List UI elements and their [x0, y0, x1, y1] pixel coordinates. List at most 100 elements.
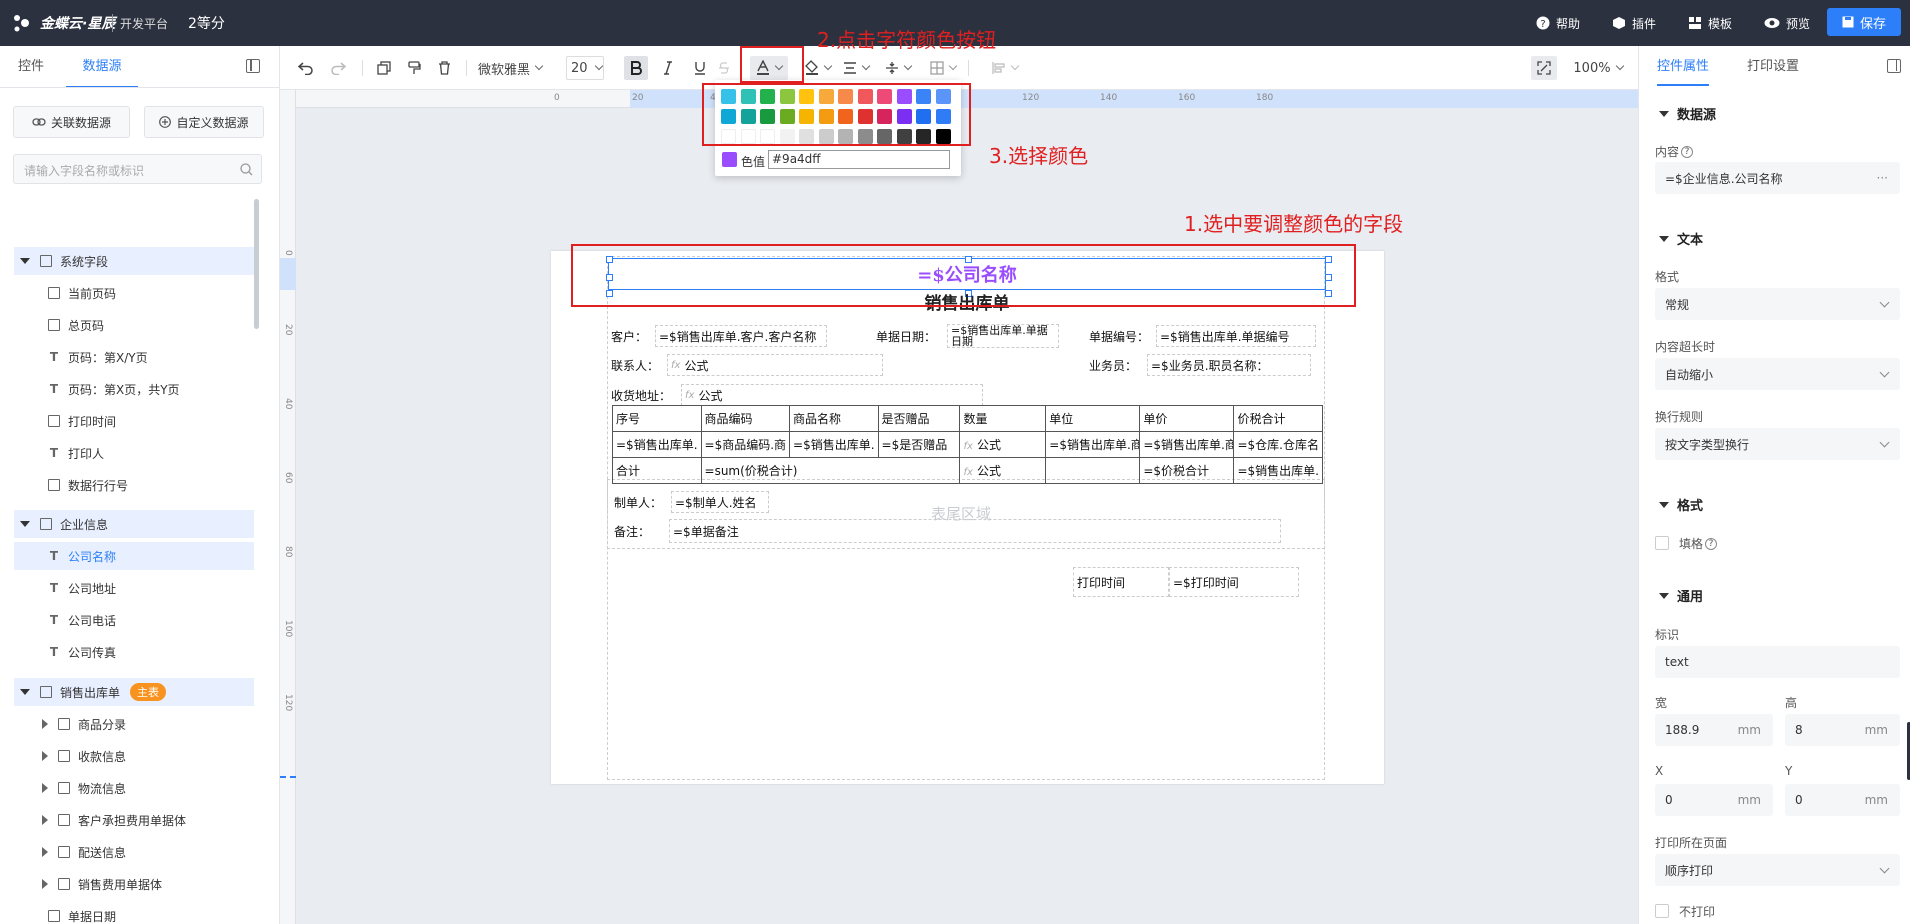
color-swatch[interactable]: [877, 109, 892, 124]
contact-label[interactable]: 联系人：: [608, 354, 658, 376]
arrange-button[interactable]: [988, 56, 1022, 80]
color-swatch[interactable]: [818, 129, 834, 144]
tab-datasource[interactable]: 数据源: [66, 46, 138, 88]
table-cell[interactable]: =$是否赠品: [877, 431, 961, 458]
tree-item[interactable]: 企业信息: [14, 510, 254, 538]
tab-widget-properties[interactable]: 控件属性: [1657, 46, 1710, 86]
delete-button[interactable]: [432, 56, 456, 80]
height-input[interactable]: 8 mm: [1785, 714, 1900, 746]
tree-item[interactable]: 总页码: [14, 311, 254, 339]
overflow-select[interactable]: 自动缩小: [1655, 358, 1900, 390]
print-page-select[interactable]: 顺序打印: [1655, 854, 1900, 886]
linked-datasource-button[interactable]: 关联数据源: [13, 106, 130, 138]
tree-item[interactable]: 数据行行号: [14, 471, 254, 499]
tree-item[interactable]: 客户承担费用单据体: [14, 806, 254, 834]
tree-item[interactable]: 销售费用单据体: [14, 870, 254, 898]
print-page[interactable]: =$公司名称 销售出库单 客户： =$销售出库单.客户.客户名称 单据日期： =…: [551, 251, 1384, 784]
color-swatch[interactable]: [799, 109, 814, 124]
total-sum-cell[interactable]: =sum(价税合计): [700, 457, 961, 484]
fill-color-button[interactable]: [802, 56, 834, 80]
width-input[interactable]: 188.9 mm: [1655, 714, 1773, 746]
color-swatch[interactable]: [779, 109, 795, 124]
color-swatch[interactable]: [935, 109, 951, 124]
salesman-value[interactable]: =$业务员.职员名称：: [1147, 354, 1311, 376]
table-cell[interactable]: =$商品编码.商: [700, 431, 791, 458]
color-swatch[interactable]: [896, 109, 912, 124]
section-datasource[interactable]: 数据源: [1659, 104, 1716, 123]
align-horizontal-button[interactable]: [840, 56, 872, 80]
color-swatch[interactable]: [896, 89, 912, 104]
table-cell[interactable]: =$销售出库单.: [789, 431, 879, 458]
save-button[interactable]: 保存: [1827, 8, 1901, 36]
color-swatch[interactable]: [857, 129, 873, 144]
help-button[interactable]: ? 帮助: [1536, 0, 1580, 46]
section-text[interactable]: 文本: [1659, 229, 1703, 248]
tree-item[interactable]: 当前页码: [14, 279, 254, 307]
border-button[interactable]: [926, 56, 960, 80]
underline-button[interactable]: [688, 56, 712, 80]
customer-label[interactable]: 客户：: [608, 325, 653, 347]
table-header-cell[interactable]: 商品编码: [700, 405, 791, 432]
color-swatch[interactable]: [779, 89, 795, 104]
table-cell[interactable]: =$销售出库单.商: [1045, 431, 1141, 458]
customer-value[interactable]: =$销售出库单.客户.客户名称: [655, 325, 827, 347]
maker-label[interactable]: 制单人：: [611, 491, 661, 513]
color-swatch[interactable]: [818, 89, 834, 104]
remark-label[interactable]: 备注：: [611, 520, 651, 542]
color-swatch[interactable]: [896, 129, 912, 144]
address-label[interactable]: 收货地址：: [608, 384, 670, 406]
align-vertical-button[interactable]: [882, 56, 914, 80]
y-input[interactable]: 0 mm: [1785, 784, 1900, 816]
preview-button[interactable]: 预览: [1764, 0, 1810, 46]
format-select[interactable]: 常规: [1655, 288, 1900, 320]
color-swatch[interactable]: [877, 89, 892, 104]
tree-item[interactable]: 打印时间: [14, 407, 254, 435]
color-swatch[interactable]: [838, 109, 853, 124]
resize-handle[interactable]: [606, 256, 613, 263]
tab-print-settings[interactable]: 打印设置: [1747, 46, 1799, 88]
tree-item[interactable]: T 公司传真: [14, 638, 254, 666]
address-formula[interactable]: fx 公式: [681, 384, 983, 406]
tree-item[interactable]: 销售出库单 主表: [14, 678, 254, 706]
copy-button[interactable]: [372, 56, 396, 80]
color-swatch[interactable]: [740, 109, 756, 124]
total-last-cell[interactable]: =$销售出库单.: [1233, 457, 1323, 484]
color-swatch[interactable]: [935, 129, 951, 144]
custom-datasource-button[interactable]: 自定义数据源: [144, 106, 264, 138]
doc-title-field[interactable]: 销售出库单: [607, 289, 1327, 314]
resize-handle[interactable]: [965, 256, 972, 263]
color-swatch[interactable]: [760, 129, 775, 144]
table-header-cell[interactable]: 价税合计: [1233, 405, 1323, 432]
wrap-select[interactable]: 按文字类型换行: [1655, 428, 1900, 460]
section-common[interactable]: 通用: [1659, 586, 1703, 605]
color-swatch[interactable]: [916, 109, 931, 124]
font-size-select[interactable]: 20: [566, 56, 604, 80]
table-header-cell[interactable]: 单位: [1045, 405, 1141, 432]
table-header-cell[interactable]: 数量: [959, 405, 1047, 432]
tree-item[interactable]: T 公司名称: [14, 542, 254, 570]
color-swatch[interactable]: [877, 129, 892, 144]
template-button[interactable]: 模板: [1688, 0, 1732, 46]
color-swatch[interactable]: [857, 109, 873, 124]
fill-checkbox[interactable]: [1655, 536, 1669, 550]
resize-handle[interactable]: [606, 274, 613, 281]
zoom-select[interactable]: 100%: [1568, 56, 1628, 80]
more-icon[interactable]: ···: [1877, 171, 1888, 185]
table-cell[interactable]: =$销售出库单.商: [1139, 431, 1235, 458]
resize-handle[interactable]: [1325, 256, 1332, 263]
help-icon[interactable]: ?: [1681, 145, 1694, 158]
no-print-checkbox[interactable]: [1655, 904, 1669, 918]
tree-item[interactable]: 物流信息: [14, 774, 254, 802]
table-header-cell[interactable]: 单价: [1139, 405, 1235, 432]
color-swatch[interactable]: [779, 129, 795, 144]
font-color-button[interactable]: [750, 56, 788, 80]
print-time-value[interactable]: =$打印时间: [1169, 567, 1299, 597]
color-swatch[interactable]: [818, 109, 834, 124]
color-swatch[interactable]: [916, 89, 931, 104]
collapse-panel-icon[interactable]: [1887, 59, 1901, 73]
content-input[interactable]: =$企业信息.公司名称 ···: [1655, 162, 1900, 194]
tree-item[interactable]: 商品分录: [14, 710, 254, 738]
resize-handle[interactable]: [1325, 274, 1332, 281]
tree-item[interactable]: 系统字段: [14, 247, 254, 275]
tab-controls[interactable]: 控件: [18, 46, 44, 88]
